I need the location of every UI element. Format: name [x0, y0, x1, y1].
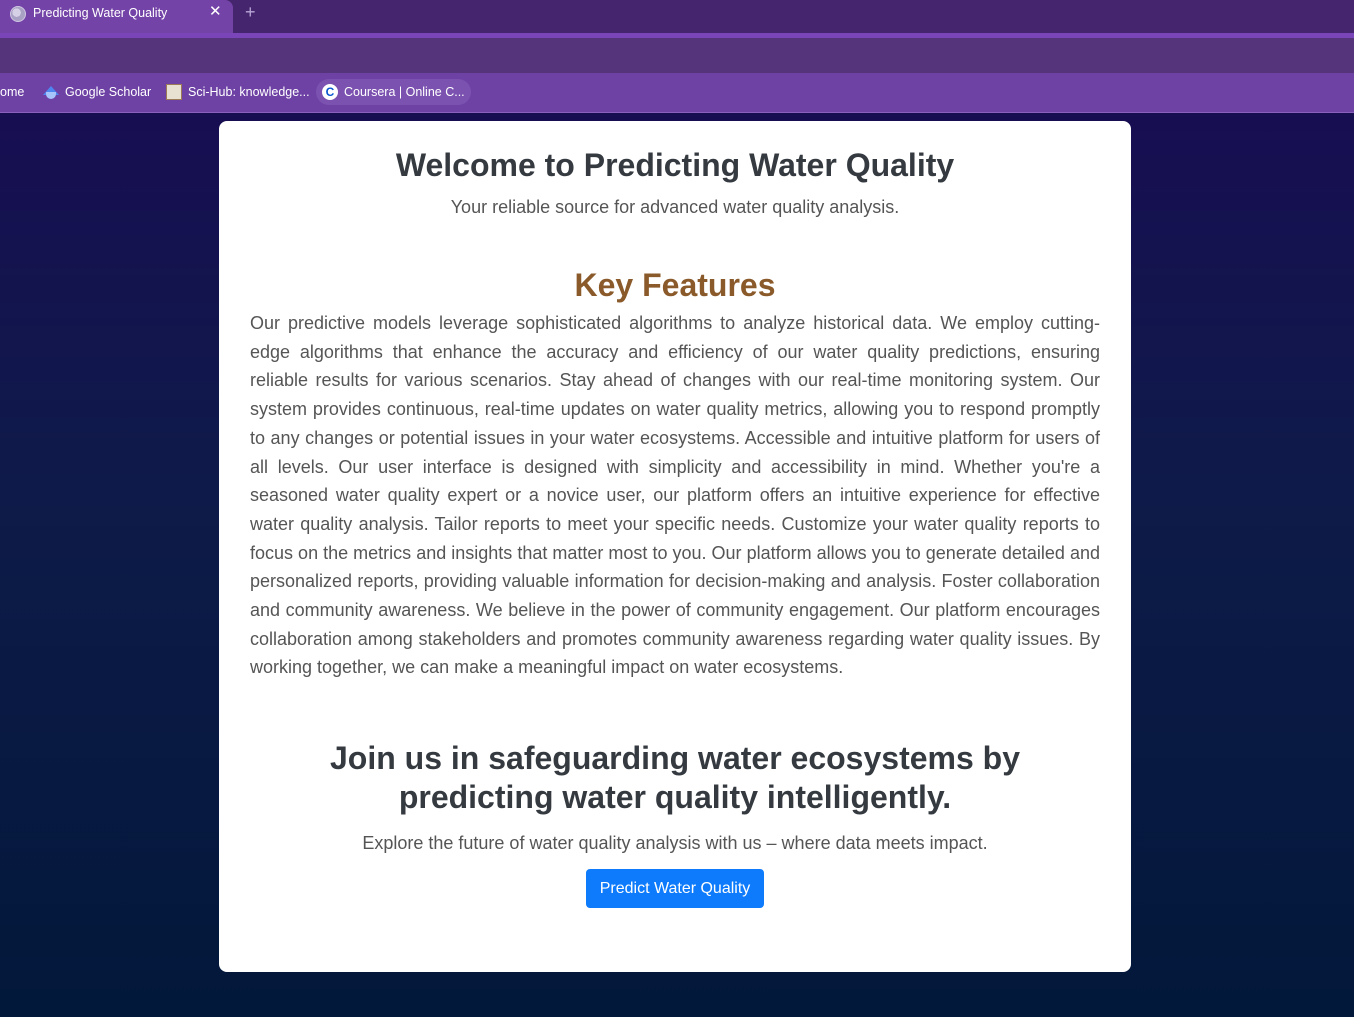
google-scholar-icon [43, 85, 59, 99]
coursera-icon: C [322, 84, 338, 100]
join-heading: Join us in safeguarding water ecosystems… [330, 740, 1020, 816]
predict-water-quality-button[interactable]: Predict Water Quality [585, 869, 765, 909]
key-features-heading: Key Features [574, 267, 776, 303]
tab-predicting-water-quality[interactable]: Predicting Water Quality ✕ [0, 0, 233, 33]
key-features-text: Our predictive models leverage sophistic… [250, 313, 1100, 678]
bookmark-coursera[interactable]: C Coursera | Online C... [316, 79, 471, 105]
bookmark-google-scholar[interactable]: Google Scholar [37, 79, 157, 105]
main-card: Welcome to Predicting Water Quality Your… [219, 121, 1131, 972]
explore-text: Explore the future of water quality anal… [362, 833, 988, 854]
globe-icon [10, 6, 26, 22]
new-tab-button[interactable]: + [245, 2, 256, 22]
bookmarks-bar: ome Google Scholar Sci-Hub: knowledge...… [0, 73, 1354, 113]
bookmark-label: Google Scholar [65, 85, 152, 99]
browser-tabstrip: Predicting Water Quality ✕ + [0, 0, 1354, 33]
bookmark-label: ome [0, 85, 25, 99]
bookmark-scihub[interactable]: Sci-Hub: knowledge... [160, 79, 316, 105]
bookmark-label: Coursera | Online C... [344, 85, 465, 99]
browser-toolbar [0, 38, 1354, 73]
tab-title: Predicting Water Quality [33, 6, 168, 20]
tagline: Your reliable source for advanced water … [450, 197, 900, 217]
bookmark-home[interactable]: ome [0, 79, 30, 105]
page-title: Welcome to Predicting Water Quality [395, 147, 955, 183]
close-icon[interactable]: ✕ [209, 3, 222, 21]
scihub-icon [166, 84, 182, 100]
bookmark-label: Sci-Hub: knowledge... [188, 85, 310, 99]
